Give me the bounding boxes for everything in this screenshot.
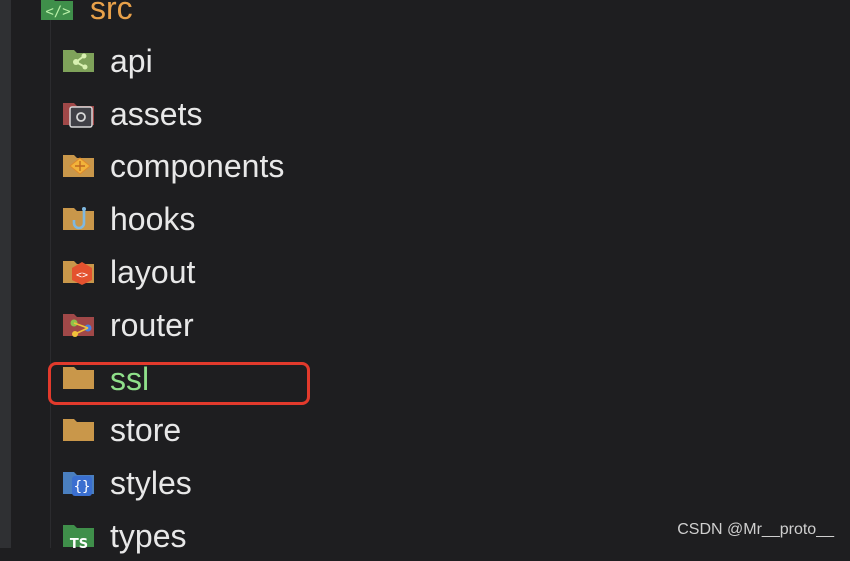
tree-row-layout[interactable]: <> layout [0,245,850,297]
tree-row-assets[interactable]: assets [0,87,850,139]
tree-item-label: layout [110,254,196,290]
tree-row-api[interactable]: api [0,34,850,86]
folder-layout-icon: <> [62,256,96,286]
svg-text:TS: TS [70,537,88,550]
folder-typescript-icon: TS [62,520,96,550]
svg-text:<>: <> [76,270,88,281]
folder-router-icon [62,309,96,339]
folder-icon [62,414,96,444]
tree-item-label: styles [110,465,192,501]
tree-item-label: types [110,518,187,554]
folder-assets-icon [62,98,96,128]
tree-row-hooks[interactable]: hooks [0,192,850,244]
tree-item-label: components [110,148,285,184]
tree-row-store[interactable]: store [0,403,850,455]
tree-item-label: api [110,43,153,79]
tree-item-label: hooks [110,201,196,237]
svg-text:{}: {} [74,479,91,495]
tree-row-components[interactable]: components [0,139,850,191]
svg-text:</>: </> [45,4,70,20]
folder-styles-icon: {} [62,467,96,497]
tree-row-src[interactable]: </> src [0,0,850,34]
tree-item-label: src [90,0,133,26]
tree-row-router[interactable]: router [0,298,850,350]
annotation-highlight-box [48,362,310,405]
folder-hooks-icon [62,203,96,233]
folder-source-icon: </> [40,0,74,22]
folder-api-icon [62,45,96,75]
tree-item-label: assets [110,96,203,132]
tree-item-label: store [110,412,182,448]
tree-item-label: router [110,307,194,343]
watermark: CSDN @Mr__proto__ [677,521,834,538]
tree-row-styles[interactable]: {} styles [0,456,850,508]
folder-components-icon [62,150,96,180]
